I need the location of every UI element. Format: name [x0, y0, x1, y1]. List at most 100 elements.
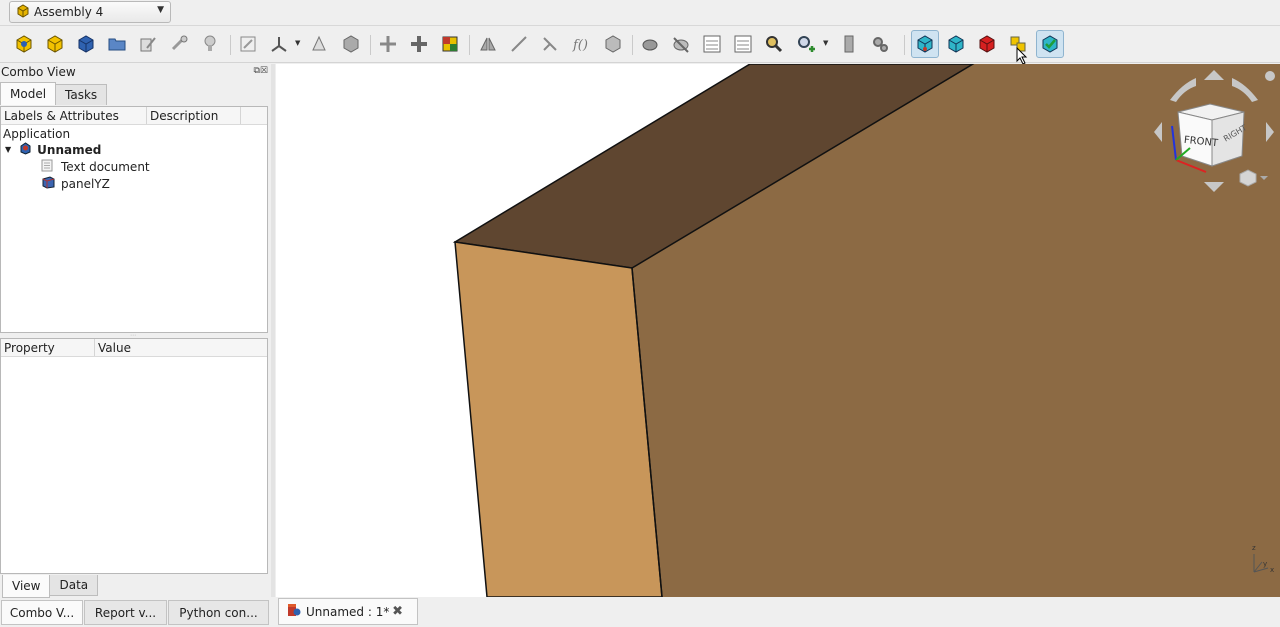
column-labels[interactable]: Labels & Attributes [1, 107, 147, 124]
column-value[interactable]: Value [95, 339, 265, 356]
workbench-bar: Assembly 4 ▼ [0, 0, 1280, 26]
new-group-button[interactable] [105, 32, 129, 56]
tree-item-text-document[interactable]: Text document [41, 158, 150, 175]
settings-button[interactable] [868, 32, 892, 56]
import-datum-button[interactable] [198, 32, 222, 56]
add-variable-button[interactable] [794, 32, 818, 56]
dock-tab-python-console[interactable]: Python con... [168, 600, 269, 625]
document-tab-label: Unnamed : 1* [306, 604, 390, 619]
linear-array-icon [511, 36, 527, 52]
polar-array-icon [543, 37, 557, 51]
document-tab-bar: Unnamed : 1* ✖ [276, 597, 1280, 627]
datum-axes-icon [271, 37, 287, 52]
chevron-down-icon[interactable] [1260, 176, 1268, 180]
panel-cube-button[interactable] [911, 30, 939, 58]
arrow-up-icon[interactable] [1204, 70, 1224, 80]
view-menu-dot-icon[interactable] [1265, 71, 1275, 81]
explode-button[interactable] [376, 32, 400, 56]
expand-arrow-icon[interactable]: ▼ [5, 145, 11, 154]
3d-viewport[interactable]: FRONT RIGHT z y x [276, 64, 1280, 597]
panel-float-close-icons[interactable]: ⧉☒ [254, 66, 269, 76]
insert-link-button[interactable] [167, 32, 191, 56]
new-model-button[interactable] [12, 32, 36, 56]
zoom-plus-icon [798, 36, 815, 52]
svg-text:z: z [1252, 544, 1256, 552]
document-tab[interactable]: Unnamed : 1* ✖ [278, 598, 418, 625]
rotate-right-arrow-icon[interactable] [1232, 78, 1258, 102]
red-cube-button[interactable] [975, 32, 999, 56]
variables-button[interactable] [438, 32, 462, 56]
hide-objects-button[interactable] [669, 32, 693, 56]
explode-icon [380, 36, 396, 52]
place-link-button[interactable] [307, 32, 331, 56]
folder-icon [108, 38, 126, 51]
move-button[interactable] [407, 32, 431, 56]
polar-array-button[interactable] [538, 32, 562, 56]
tree-item-unnamed[interactable]: ▼ Unnamed [5, 141, 101, 158]
parts-list-all-button[interactable] [731, 32, 755, 56]
new-sketch-button[interactable] [136, 32, 160, 56]
expression-array-button[interactable]: f() [569, 32, 593, 56]
arrow-right-icon[interactable] [1266, 122, 1274, 142]
tab-view[interactable]: View [2, 575, 51, 598]
rotate-left-arrow-icon[interactable] [1170, 78, 1196, 102]
red-cube-icon [979, 35, 995, 53]
tree-root-label: Application [3, 126, 71, 141]
combo-view-panel: Combo View ⧉☒ Model Tasks Labels & Attri… [0, 64, 270, 598]
move-icon [411, 36, 427, 52]
chevron-down-icon[interactable]: ▼ [295, 39, 300, 47]
dock-tab-combo-view[interactable]: Combo V... [1, 600, 83, 625]
update-button[interactable] [601, 32, 625, 56]
new-body-icon [78, 35, 94, 53]
mirror-button[interactable] [476, 32, 500, 56]
cube-small-icon[interactable] [1239, 169, 1257, 187]
axis-indicator: z y x [1248, 540, 1278, 576]
magnifier-icon [766, 36, 783, 53]
combo-tabs: Model Tasks [0, 82, 108, 105]
tab-data[interactable]: Data [49, 575, 99, 596]
arrow-down-icon[interactable] [1204, 182, 1224, 192]
new-part-icon [47, 35, 63, 53]
tree-item-panelyz[interactable]: panelYZ [41, 175, 110, 192]
workbench-selector[interactable]: Assembly 4 ▼ [9, 1, 171, 23]
cyan-cube-icon [917, 35, 933, 53]
text-document-icon [41, 159, 53, 175]
tree-item-label: Text document [61, 159, 150, 174]
tab-tasks[interactable]: Tasks [55, 84, 108, 105]
panel-front-face[interactable] [454, 241, 663, 597]
dock-tab-report-view[interactable]: Report v... [84, 600, 167, 625]
parts-list-all-icon [734, 35, 752, 53]
svg-text:y: y [1263, 560, 1267, 568]
column-icon [844, 35, 854, 53]
measure-button[interactable] [638, 32, 662, 56]
dock-splitter[interactable] [271, 64, 275, 597]
tree-item-label: Unnamed [37, 142, 102, 157]
tab-model[interactable]: Model [0, 82, 57, 105]
cyan-cube-button[interactable] [944, 32, 968, 56]
3d-scene[interactable] [276, 64, 1280, 597]
linear-array-button[interactable] [507, 32, 531, 56]
lcs-icon [240, 36, 256, 52]
datum-icon [204, 35, 216, 51]
check-interference-button[interactable] [762, 32, 786, 56]
new-part-button[interactable] [43, 32, 67, 56]
new-body-button[interactable] [74, 32, 98, 56]
new-lcs-button[interactable] [236, 32, 260, 56]
navigation-cube[interactable]: FRONT RIGHT [1148, 68, 1280, 200]
place-icon [312, 35, 326, 51]
spreadsheet-button[interactable] [837, 32, 861, 56]
toolbar-separator [904, 35, 905, 55]
parts-list-icon [703, 35, 721, 53]
arrow-left-icon[interactable] [1154, 122, 1162, 142]
close-icon[interactable]: ✖ [392, 604, 403, 619]
axis-z-line [1171, 125, 1177, 161]
column-description[interactable]: Description [147, 107, 241, 124]
new-datum-button[interactable] [267, 32, 291, 56]
toolbar-separator [632, 35, 633, 55]
place-fastener-button[interactable] [339, 32, 363, 56]
chevron-down-icon[interactable]: ▼ [823, 39, 828, 47]
chevron-down-icon: ▼ [157, 5, 164, 15]
column-property[interactable]: Property [1, 339, 95, 356]
parts-list-button[interactable] [700, 32, 724, 56]
check-cube-button[interactable] [1036, 30, 1064, 58]
